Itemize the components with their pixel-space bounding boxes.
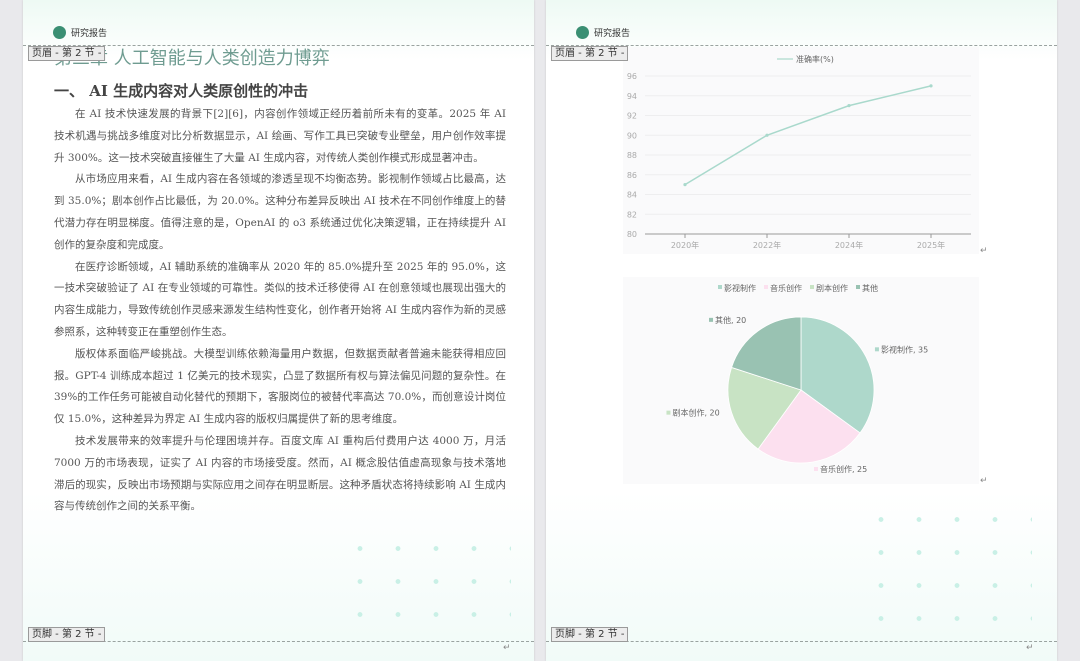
legend-label: 影视制作 [724, 283, 756, 293]
x-tick-label: 2020年 [671, 240, 699, 250]
legend-label: 剧本创作 [816, 283, 848, 293]
report-logo-icon [576, 26, 589, 39]
data-point [847, 104, 851, 108]
paragraph: 在 AI 技术快速发展的背景下[2][6]，内容创作领域正经历着前所未有的变革。… [54, 108, 506, 164]
paragraph: 版权体系面临严峻挑战。大模型训练依赖海量用户数据，但数据贡献者普遍未能获得相应回… [54, 347, 506, 426]
header-section-tag[interactable]: 页眉 - 第 2 节 - [28, 46, 106, 61]
data-label-swatch [874, 347, 879, 352]
chapter-title: 第三章 人工智能与人类创造力博弈 [54, 48, 330, 69]
document-page-right: 研究报告 页眉 - 第 2 节 - 准确率(%) 80 82 84 86 88 90 92 94… [546, 0, 1057, 661]
x-tick-label: 2024年 [835, 240, 863, 250]
data-label-swatch [813, 466, 818, 471]
legend-label: 音乐创作 [770, 283, 802, 293]
data-label-swatch [666, 410, 671, 415]
report-logo-icon [53, 26, 66, 39]
data-label: 音乐创作, 25 [820, 464, 867, 474]
data-label: 其他, 20 [715, 315, 746, 325]
footer-section-tag[interactable]: 页脚 - 第 2 节 - [28, 627, 106, 642]
data-point [765, 133, 769, 137]
legend-swatch [718, 285, 722, 289]
y-tick-label: 94 [627, 92, 637, 101]
header-title: 研究报告 [594, 29, 631, 39]
x-tick-label: 2022年 [753, 240, 781, 250]
legend-swatch [810, 285, 814, 289]
paragraph-mark-icon: ↵ [1026, 643, 1034, 653]
data-label-swatch [709, 317, 714, 322]
data-label: 剧本创作, 20 [672, 408, 719, 418]
paragraph-mark-icon: ↵ [980, 246, 988, 256]
legend-label: 准确率(%) [796, 54, 834, 64]
header-title: 研究报告 [71, 29, 108, 39]
decorative-dots [862, 503, 1032, 643]
y-tick-label: 92 [627, 112, 637, 121]
y-tick-label: 90 [627, 131, 637, 140]
decorative-dots [341, 532, 511, 642]
data-point [683, 183, 687, 187]
paragraph-mark-icon: ↵ [980, 476, 988, 486]
y-tick-label: 96 [627, 72, 637, 81]
paragraph-mark-icon: ↵ [503, 643, 511, 653]
x-tick-label: 2025年 [917, 240, 945, 250]
paragraph: 技术发展带来的效率提升与伦理困境并存。百度文库 AI 重构后付费用户达 4000… [54, 434, 506, 513]
y-tick-label: 86 [627, 171, 637, 180]
footer-section-tag[interactable]: 页脚 - 第 2 节 - [551, 627, 629, 642]
legend-swatch [856, 285, 860, 289]
y-tick-label: 84 [627, 191, 637, 200]
legend-swatch [764, 285, 768, 289]
line-chart[interactable]: 准确率(%) 80 82 84 86 88 90 92 94 96 2020年 2022年 2024年 2… [623, 47, 979, 254]
data-point [929, 84, 933, 88]
document-body[interactable]: 第三章 人工智能与人类创造力博弈 一、 AI 生成内容对人类原创性的冲击 在 A… [54, 44, 506, 518]
section-title: 一、 AI 生成内容对人类原创性的冲击 [54, 82, 309, 100]
legend-label: 其他 [862, 283, 878, 293]
paragraph: 从市场应用来看，AI 生成内容在各领域的渗透呈现不均衡态势。影视制作领域占比最高… [54, 173, 506, 251]
document-page-left: 研究报告 页眉 - 第 2 节 - 第三章 人工智能与人类创造力博弈 一、 AI… [23, 0, 534, 661]
y-tick-label: 88 [627, 151, 637, 160]
y-tick-label: 80 [627, 230, 637, 239]
header-section-tag[interactable]: 页眉 - 第 2 节 - [551, 46, 629, 61]
pie-chart[interactable]: 影视制作 音乐创作 剧本创作 其他影视制作, 35 音乐创作, 25 剧本创作, 20 其他… [623, 277, 979, 484]
paragraph: 在医疗诊断领域，AI 辅助系统的准确率从 2020 年的 85.0%提升至 20… [54, 260, 506, 338]
data-label: 影视制作, 35 [881, 344, 928, 354]
y-tick-label: 82 [627, 210, 637, 219]
